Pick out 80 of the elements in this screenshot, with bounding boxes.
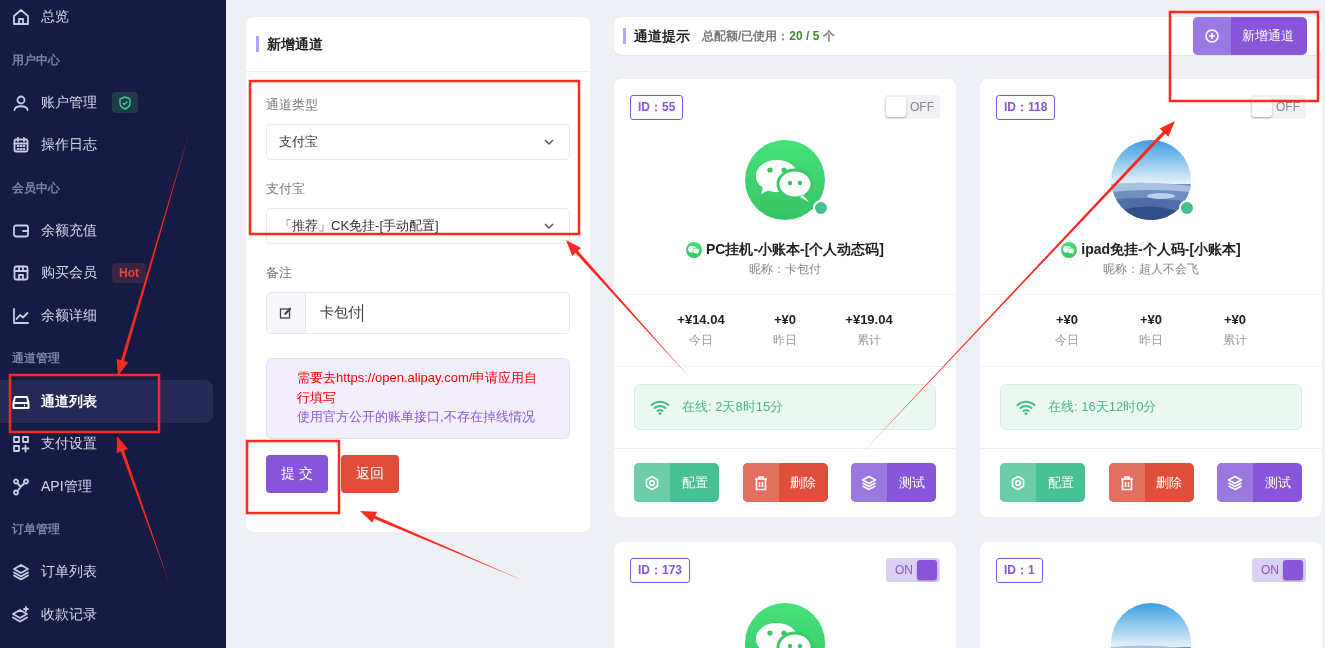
stat-value: +¥14.04	[677, 312, 725, 327]
layers-plus-icon	[12, 605, 30, 624]
online-status: 在线: 2天8时15分	[634, 384, 936, 430]
channel-name: PC挂机-小账本-[个人动态码]	[705, 241, 885, 259]
id-badge: ID：1	[996, 558, 1043, 583]
stat-value: +¥0	[773, 312, 797, 327]
sidebar-item[interactable]: 余额详细	[0, 294, 213, 338]
stat-label: 昨日	[773, 332, 797, 349]
stat-label: 今日	[689, 332, 713, 349]
wechat-icon	[1061, 242, 1078, 258]
line-chart-icon	[12, 307, 30, 326]
online-status: 在线: 16天12时0分	[1000, 384, 1302, 430]
edit-icon	[279, 306, 293, 320]
section-heading: 通道管理	[12, 350, 60, 368]
id-badge: ID：118	[996, 95, 1056, 120]
trash-icon	[1118, 474, 1135, 491]
add-channel-button[interactable]: 新增通道	[1193, 17, 1307, 55]
notice-text: 使用官方公开的账单接口,不存在掉线情况	[297, 408, 536, 426]
wifi-icon	[1016, 398, 1036, 416]
layers-icon	[861, 474, 877, 491]
trash-icon	[752, 474, 769, 491]
sidebar-item[interactable]: 订单列表	[0, 550, 213, 594]
nickname-text: 昵称：超人不会飞	[1103, 261, 1199, 278]
sidebar-item[interactable]: 余额充值	[0, 209, 213, 253]
sidebar-item[interactable]: 购买会员 Hot	[0, 252, 213, 295]
field-label: 通道类型	[266, 96, 318, 114]
submit-button[interactable]: 提 交	[266, 454, 328, 493]
stat-label: 今日	[1055, 332, 1079, 349]
field-label: 支付宝	[266, 180, 305, 198]
plus-circle-icon	[1205, 29, 1219, 43]
select-field[interactable]: 支付宝	[266, 124, 570, 160]
wechat-icon	[685, 242, 702, 258]
section-heading: 会员中心	[12, 179, 60, 197]
input-field[interactable]: 卡包付	[266, 292, 570, 334]
section-heading: 订单管理	[12, 521, 60, 539]
layers-icon	[1227, 474, 1243, 491]
quota-text: 总配额/已使用：20 / 5 个	[702, 27, 835, 45]
stat-label: 累计	[1223, 332, 1247, 349]
sidebar-item[interactable]: 支付设置	[0, 422, 213, 466]
store-icon	[12, 264, 30, 283]
card-title: 通道提示	[623, 28, 690, 44]
settings-icon	[644, 474, 660, 491]
shield-icon	[118, 95, 132, 110]
section-heading: 用户中心	[12, 51, 60, 69]
delete-button[interactable]: 删除	[1108, 463, 1194, 502]
select-field[interactable]: 「推荐」CK免挂-[手动配置]	[266, 208, 570, 244]
user-icon	[12, 93, 30, 112]
sidebar-item[interactable]: 操作日志	[0, 124, 213, 167]
sidebar-item[interactable]: 通道列表	[0, 380, 213, 423]
sidebar-item[interactable]: 账户管理	[0, 81, 213, 125]
stat-label: 昨日	[1139, 332, 1163, 349]
sidebar-item[interactable]: 总览	[0, 0, 213, 39]
calendar-icon	[12, 136, 30, 155]
settings-icon	[1010, 474, 1026, 491]
sidebar-item[interactable]: API管理	[0, 465, 213, 509]
stat-value: +¥0	[1223, 312, 1247, 327]
id-badge: ID：173	[630, 558, 691, 583]
nickname-text: 昵称：卡包付	[749, 261, 821, 278]
stat-label: 累计	[857, 332, 881, 349]
id-badge: ID：55	[630, 95, 684, 120]
card-title: 新增通道	[256, 36, 323, 52]
wifi-icon	[650, 398, 670, 416]
stat-value: +¥0	[1055, 312, 1079, 327]
notice-text: 需要去https://open.alipay.com/申请应用自行填写	[297, 369, 539, 407]
layers-icon	[12, 563, 30, 582]
nodes-icon	[12, 477, 30, 496]
chevron-down-icon	[543, 220, 555, 232]
stat-value: +¥19.04	[845, 312, 893, 327]
channel-name: ipad免挂-个人码-[小账本]	[1081, 241, 1241, 259]
field-label: 备注	[266, 264, 292, 282]
test-button[interactable]: 测试	[1217, 463, 1302, 502]
sidebar-item[interactable]: 收款记录	[0, 593, 213, 637]
grid-icon	[12, 435, 30, 454]
back-button[interactable]: 返回	[340, 454, 399, 493]
home-icon	[12, 8, 30, 27]
delete-button[interactable]: 删除	[742, 463, 828, 502]
test-button[interactable]: 测试	[851, 463, 936, 502]
chevron-down-icon	[543, 136, 555, 148]
stat-value: +¥0	[1139, 312, 1163, 327]
hot-badge: Hot	[112, 263, 146, 284]
